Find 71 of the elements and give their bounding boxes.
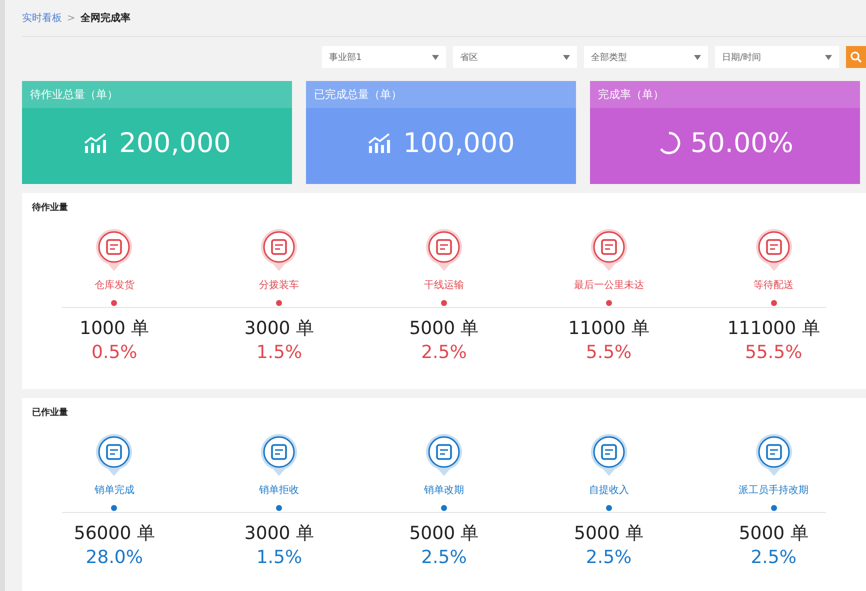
item-percent: 1.5%	[256, 342, 302, 363]
item-percent: 55.5%	[744, 342, 802, 363]
dot-icon	[111, 505, 118, 511]
item-percent: 1.5%	[256, 547, 302, 568]
item-count: 1000 单	[80, 317, 150, 340]
filter-dropdown[interactable]: 全部类型	[584, 46, 708, 68]
pin-icon	[424, 433, 463, 477]
card-title: 完成率（单）	[590, 81, 860, 108]
card-value: 200,000	[119, 128, 231, 158]
item-label: 自提收入	[588, 484, 629, 497]
breadcrumb-current: 全网完成率	[80, 11, 130, 25]
caret-icon	[694, 54, 701, 60]
item-label: 最后一公里未达	[574, 278, 644, 292]
item-label: 销单改期	[424, 484, 464, 497]
search-icon	[850, 51, 862, 63]
breadcrumb-link[interactable]: 实时看板	[22, 11, 62, 25]
dot-icon	[440, 300, 447, 306]
item-percent: 5.5%	[586, 342, 632, 363]
dot-icon	[111, 300, 118, 306]
pin-icon	[424, 228, 463, 272]
breadcrumb-separator: >	[67, 12, 76, 24]
card-value: 50.00%	[690, 128, 794, 158]
card-value: 100,000	[403, 128, 515, 158]
dot-icon	[606, 300, 612, 306]
dot-icon	[770, 300, 777, 306]
dot-icon	[276, 505, 282, 511]
card-title: 待作业总量（单）	[22, 81, 292, 108]
item-count: 5000 单	[574, 522, 644, 545]
dot-icon	[606, 505, 612, 511]
caret-icon	[432, 54, 439, 60]
item-percent: 0.5%	[92, 342, 138, 363]
filter-dropdown[interactable]: 日期/时间	[715, 46, 839, 68]
item-percent: 28.0%	[86, 547, 143, 568]
item-count: 3000 单	[244, 522, 314, 545]
item-label: 等待配送	[754, 278, 794, 292]
pin-icon	[590, 433, 628, 477]
pin-icon	[95, 228, 134, 272]
dot-icon	[440, 505, 447, 511]
pin-icon	[754, 228, 793, 272]
filter-dropdown[interactable]: 省区	[453, 46, 577, 68]
item-percent: 2.5%	[421, 342, 467, 363]
section-title: 已作业量	[32, 406, 69, 419]
item-label: 分拨装车	[259, 278, 300, 292]
item-label: 派工员手持改期	[738, 484, 809, 497]
search-button[interactable]	[846, 46, 866, 68]
section-title: 待作业量	[32, 201, 69, 214]
item-label: 干线运输	[424, 278, 464, 292]
item-percent: 2.5%	[421, 547, 467, 568]
item-label: 销单完成	[94, 484, 134, 497]
card-title: 已完成总量（单）	[306, 81, 576, 108]
item-count: 111000 单	[727, 317, 820, 340]
filter-dropdown[interactable]: 事业部1	[322, 46, 446, 68]
item-percent: 2.5%	[586, 547, 632, 568]
item-count: 5000 单	[738, 522, 808, 545]
caret-icon	[563, 54, 570, 60]
item-label: 销单拒收	[259, 484, 300, 497]
item-count: 11000 单	[568, 317, 650, 340]
item-count: 3000 单	[244, 317, 314, 340]
item-count: 5000 单	[409, 522, 479, 545]
dot-icon	[276, 300, 282, 306]
pin-icon	[260, 433, 298, 477]
item-count: 56000 单	[74, 522, 155, 545]
caret-icon	[825, 54, 832, 60]
item-count: 5000 单	[409, 317, 479, 340]
pin-icon	[590, 228, 628, 272]
item-percent: 2.5%	[750, 547, 796, 568]
pin-icon	[95, 433, 134, 477]
pin-icon	[754, 433, 793, 477]
item-label: 仓库发货	[94, 278, 134, 292]
dot-icon	[770, 505, 777, 511]
pin-icon	[260, 228, 298, 272]
